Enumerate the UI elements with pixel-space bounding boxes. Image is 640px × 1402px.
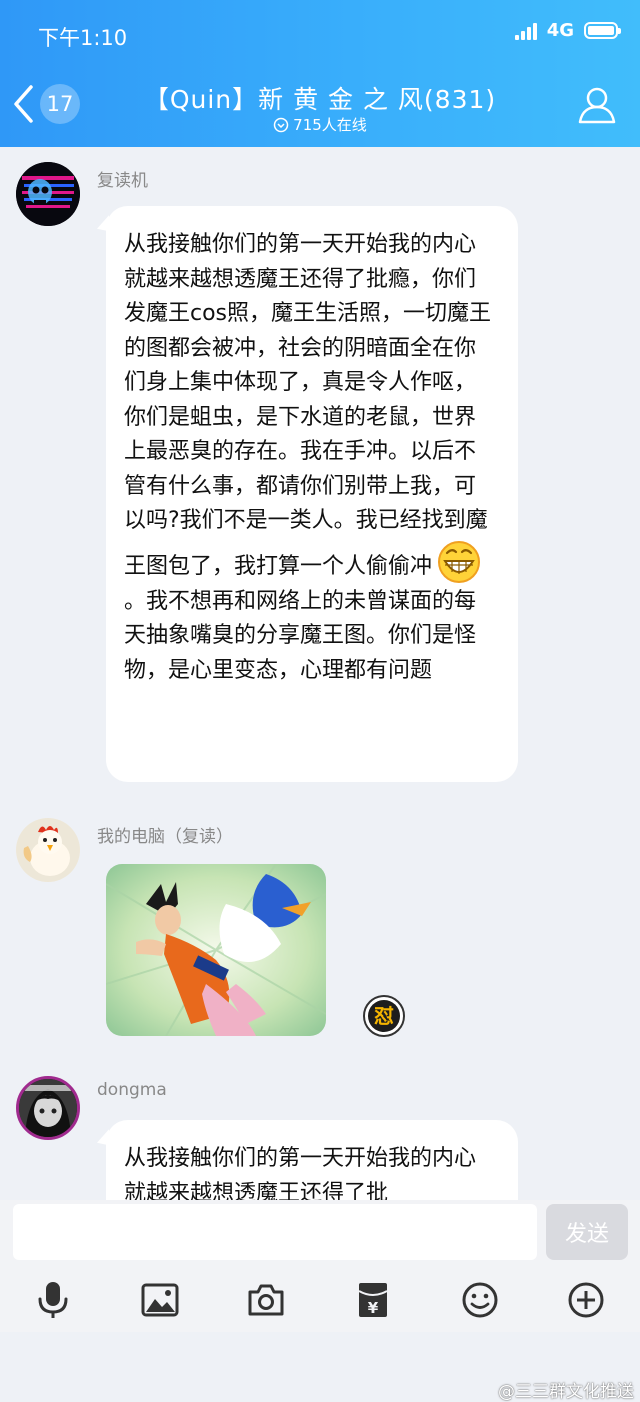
plus-icon	[568, 1282, 604, 1318]
message-text: 从我接触你们的第一天开始我的内心就越来越想透魔王还得了批瘾，你们发魔王cos照，…	[124, 228, 496, 688]
sender-name: 我的电脑（复读）	[97, 827, 233, 847]
grinning-face-emoji-icon	[438, 540, 481, 583]
battery-icon	[584, 22, 621, 39]
chat-header: 下午1:10 4G 17 【Quin】新 黄 金 之 风(831) 715人在线	[0, 0, 640, 147]
photo-button[interactable]	[140, 1280, 180, 1320]
image-icon	[141, 1283, 179, 1317]
network-label: 4G	[546, 20, 574, 41]
skull-avatar-icon	[16, 162, 80, 226]
avatar[interactable]	[16, 162, 80, 226]
microphone-icon	[38, 1282, 68, 1318]
message-item: 复读机 从我接触你们的第一天开始我的内心就越来越想透魔王还得了批瘾，你们发魔王c…	[0, 162, 640, 792]
signal-icon	[514, 22, 537, 40]
anime-avatar-icon	[19, 1079, 77, 1137]
message-text-part-1: 从我接触你们的第一天开始我的内心就越来越想透魔王还得了批瘾，你们发魔王cos照，…	[124, 232, 492, 579]
send-button[interactable]: 发送	[546, 1204, 628, 1260]
group-title[interactable]: 【Quin】新 黄 金 之 风(831)	[0, 80, 640, 116]
message-input[interactable]	[13, 1204, 537, 1260]
message-item: dongma 从我接触你们的第一天开始我的内心就越来越想透魔王还得了批	[0, 1076, 640, 1200]
camera-button[interactable]	[246, 1280, 286, 1320]
voice-button[interactable]	[33, 1280, 73, 1320]
emoji-button[interactable]	[460, 1280, 500, 1320]
red-packet-button[interactable]: ¥	[353, 1280, 393, 1320]
emoji-icon	[462, 1282, 498, 1318]
online-count: 715人在线	[293, 116, 367, 134]
input-toolbar: ¥ @三三群文化推送	[0, 1280, 640, 1402]
more-button[interactable]	[566, 1280, 606, 1320]
message-bubble[interactable]: 从我接触你们的第一天开始我的内心就越来越想透魔王还得了批	[106, 1120, 518, 1200]
status-time: 下午1:10	[38, 26, 128, 50]
group-members-icon[interactable]	[576, 84, 618, 126]
red-packet-icon: ¥	[358, 1283, 388, 1317]
meme-image	[106, 864, 326, 1036]
camera-icon	[248, 1284, 284, 1316]
avatar[interactable]	[16, 1076, 80, 1140]
message-text: 从我接触你们的第一天开始我的内心就越来越想透魔王还得了批	[124, 1146, 477, 1200]
sender-name: dongma	[97, 1080, 167, 1100]
online-indicator-icon	[273, 117, 289, 132]
message-bubble[interactable]: 从我接触你们的第一天开始我的内心就越来越想透魔王还得了批瘾，你们发魔王cos照，…	[106, 206, 518, 782]
status-icons: 4G	[514, 20, 621, 41]
message-text-part-2: 。我不想再和网络上的未曾谋面的每天抽象嘴臭的分享魔王图。你们是怪物，是心里变态，…	[124, 588, 477, 683]
image-message[interactable]	[106, 864, 326, 1036]
message-item: 我的电脑（复读） 怼	[0, 818, 640, 1043]
svg-text:怼: 怼	[374, 1004, 394, 1028]
chicken-avatar-icon	[16, 818, 80, 882]
weibo-watermark: @三三群文化推送	[498, 1382, 634, 1402]
svg-text:¥: ¥	[368, 1299, 379, 1317]
online-status[interactable]: 715人在线	[0, 114, 640, 135]
sender-name: 复读机	[97, 171, 148, 191]
avatar[interactable]	[16, 818, 80, 882]
dui-sticker-icon[interactable]: 怼	[362, 994, 406, 1038]
input-area: 发送 ¥ @三三群文化推送	[0, 1200, 640, 1402]
